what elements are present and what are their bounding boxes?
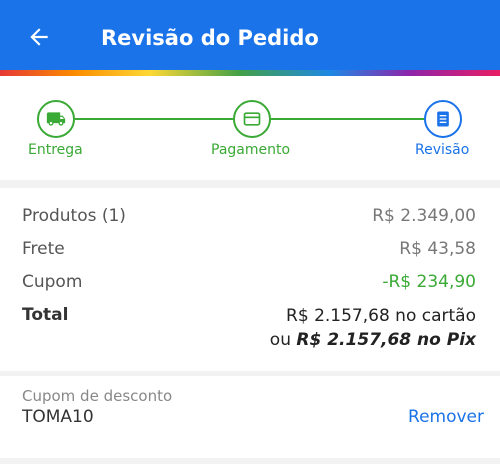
total-value: R$ 2.157,68 no cartão ou R$ 2.157,68 no … xyxy=(270,304,476,352)
step-label-pagamento: Pagamento xyxy=(211,142,291,158)
coupon-discount-value: -R$ 234,90 xyxy=(382,272,476,292)
step-connector xyxy=(271,118,424,120)
total-label: Total xyxy=(22,305,69,325)
step-revisao[interactable] xyxy=(424,100,462,138)
remove-coupon-button[interactable]: Remover xyxy=(408,406,484,428)
step-pagamento[interactable] xyxy=(233,100,271,138)
total-pix-line: ou R$ 2.157,68 no Pix xyxy=(270,330,476,350)
total-card-value: R$ 2.157,68 no cartão xyxy=(286,306,476,326)
shipping-label: Frete xyxy=(22,239,65,259)
step-connector xyxy=(75,118,233,120)
document-icon xyxy=(437,111,449,127)
total-pix-prefix: ou xyxy=(269,330,291,350)
page-title: Revisão do Pedido xyxy=(101,26,319,50)
truck-icon xyxy=(46,112,66,126)
back-arrow-icon[interactable] xyxy=(26,24,52,50)
products-value: R$ 2.349,00 xyxy=(372,206,476,226)
coupon-label: Cupom xyxy=(22,272,83,292)
checkout-stepper: Entrega Pagamento Revisão xyxy=(0,76,500,180)
coupon-caption: Cupom de desconto xyxy=(22,387,173,405)
coupon-code: TOMA10 xyxy=(22,407,94,427)
step-entrega[interactable] xyxy=(37,100,75,138)
credit-card-icon xyxy=(243,112,261,126)
step-label-entrega: Entrega xyxy=(28,142,83,158)
app-bar: Revisão do Pedido xyxy=(0,0,500,76)
order-summary: Produtos (1) R$ 2.349,00 Frete R$ 43,58 … xyxy=(0,188,500,371)
coupon-section: Cupom de desconto TOMA10 Remover xyxy=(0,376,500,458)
shipping-value: R$ 43,58 xyxy=(399,239,476,259)
step-label-revisao: Revisão xyxy=(415,142,470,158)
total-pix-value: R$ 2.157,68 no Pix xyxy=(296,330,476,350)
products-label: Produtos (1) xyxy=(22,206,126,226)
